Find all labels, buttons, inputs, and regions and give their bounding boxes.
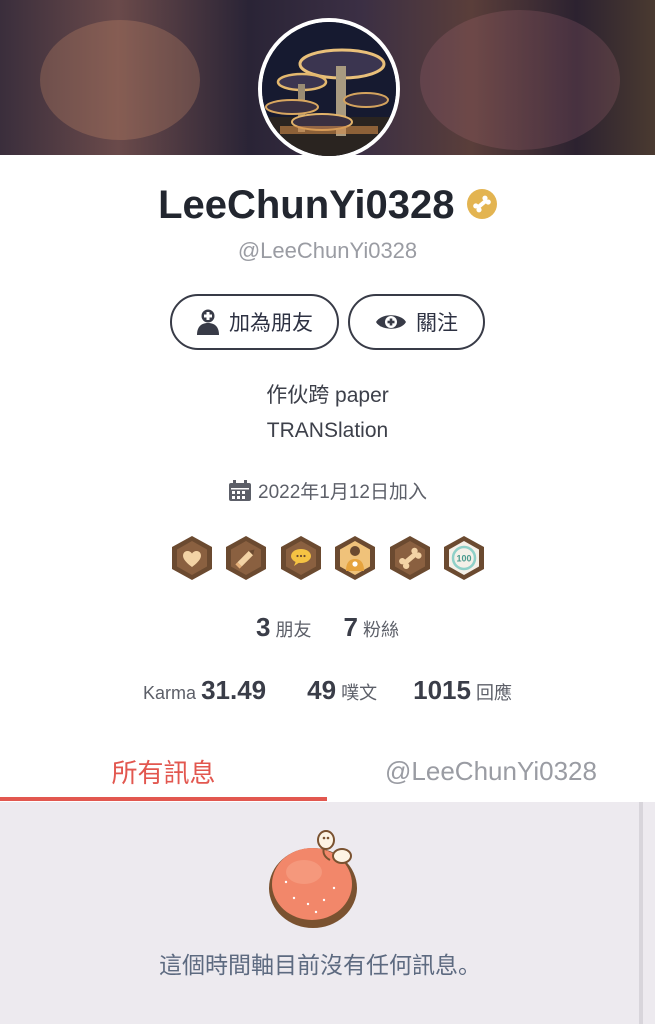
premium-bone-icon xyxy=(466,188,497,219)
join-date: 2022年1月12日加入 xyxy=(0,477,655,504)
add-friend-label: 加為朋友 xyxy=(229,312,313,335)
replies-label: 回應 xyxy=(475,683,512,703)
tab-user-posts[interactable]: @LeeChunYi0328 xyxy=(327,742,655,800)
profile-name-row: LeeChunYi0328 xyxy=(0,183,655,228)
profile-avatar[interactable] xyxy=(258,18,400,160)
friends-link[interactable]: 3 朋友 xyxy=(256,612,316,642)
join-date-text: 2022年1月12日加入 xyxy=(258,482,427,503)
pencil-badge-icon[interactable] xyxy=(224,535,268,581)
100-badge-icon[interactable]: 100 xyxy=(442,535,486,581)
karma-value: 31.49 xyxy=(201,675,267,705)
profile-stats: Karma 31.49 49 噗文 1015 回應 xyxy=(0,675,655,706)
friends-label: 朋友 xyxy=(275,620,312,640)
social-counts: 3 朋友 7 粉絲 xyxy=(0,612,655,643)
heart-badge-icon[interactable] xyxy=(170,535,214,581)
profile-display-name: LeeChunYi0328 xyxy=(158,183,455,227)
timeline-scrollbar[interactable] xyxy=(639,802,643,1024)
bio-line: TRANSlation xyxy=(266,419,389,442)
bio-line: 作伙跨 paper xyxy=(266,384,389,407)
friends-count: 3 xyxy=(256,612,271,642)
add-user-icon xyxy=(197,309,219,335)
profile-handle: @LeeChunYi0328 xyxy=(237,238,418,263)
active-tab-indicator xyxy=(0,797,327,801)
posts-label: 噗文 xyxy=(341,683,378,703)
svg-text:100: 100 xyxy=(456,554,471,564)
eye-plus-icon xyxy=(376,315,406,329)
chat-badge-icon[interactable] xyxy=(279,535,323,581)
follow-label: 關注 xyxy=(416,312,458,335)
fans-count: 7 xyxy=(343,612,358,642)
fans-link[interactable]: 7 粉絲 xyxy=(344,612,399,642)
question-person-badge-icon[interactable] xyxy=(333,535,377,581)
follow-button[interactable]: 關注 xyxy=(348,294,485,350)
profile-bio: 作伙跨 paper TRANSlation xyxy=(0,378,655,448)
empty-timeline-message: 這個時間軸目前沒有任何訊息。 xyxy=(159,952,481,978)
add-friend-button[interactable]: 加為朋友 xyxy=(170,294,339,350)
fans-label: 粉絲 xyxy=(362,620,399,640)
tab-all-messages[interactable]: 所有訊息 xyxy=(0,742,327,800)
timeline-tabs: 所有訊息 @LeeChunYi0328 xyxy=(0,742,655,802)
bone-badge-icon[interactable] xyxy=(388,535,432,581)
replies-count: 1015 xyxy=(413,675,471,705)
posts-count: 49 xyxy=(307,675,337,705)
empty-mascot-icon xyxy=(269,830,357,928)
karma-label: Karma xyxy=(143,683,197,703)
calendar-icon xyxy=(229,479,252,501)
badge-list: 100 xyxy=(170,535,486,581)
